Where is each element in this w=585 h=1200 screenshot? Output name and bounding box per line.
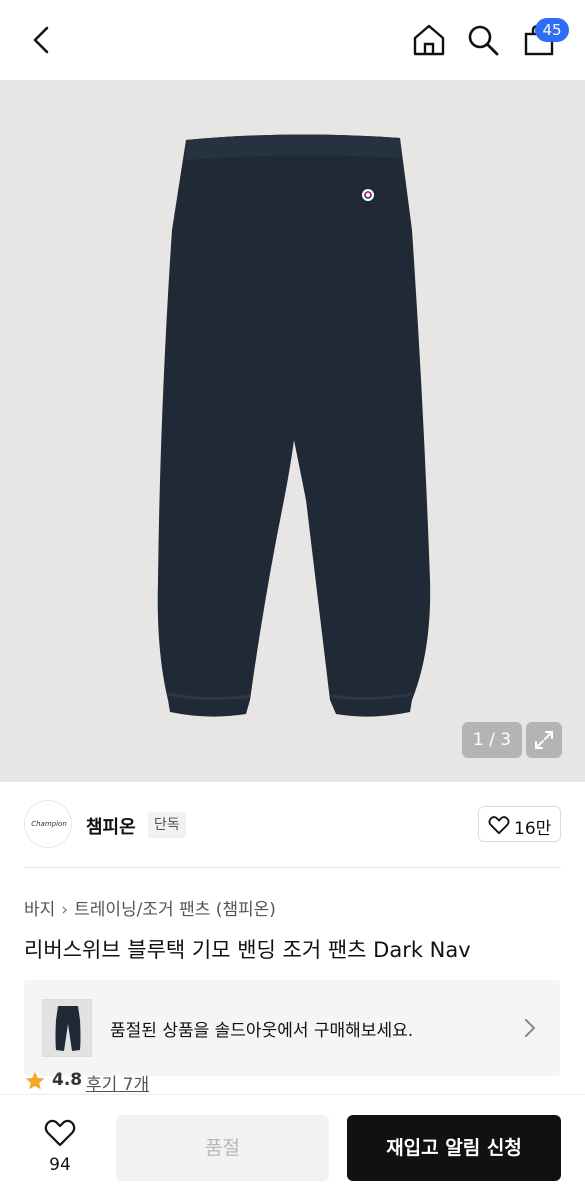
home-icon[interactable] — [409, 20, 449, 60]
bottom-action-bar: 94 품절 재입고 알림 신청 — [0, 1094, 585, 1200]
breadcrumb-item-pants[interactable]: 바지 — [24, 900, 55, 920]
brand-row: Champion 챔피온 단독 16만 — [0, 782, 585, 868]
brand-name[interactable]: 챔피온 — [86, 813, 136, 839]
search-icon[interactable] — [463, 20, 503, 60]
product-thumbnail — [42, 999, 92, 1057]
soldout-promo-banner[interactable]: 품절된 상품을 솔드아웃에서 구매해보세요. — [24, 980, 560, 1076]
product-title: 리버스위브 블루택 기모 밴딩 조거 팬츠 Dark Nav — [24, 938, 471, 962]
chevron-right-icon: › — [61, 900, 69, 920]
product-image-gallery[interactable] — [0, 80, 585, 782]
top-nav-bar: 45 — [0, 0, 585, 80]
back-arrow-icon[interactable] — [22, 20, 62, 60]
divider — [24, 867, 561, 868]
cart-count-badge: 45 — [535, 18, 569, 42]
brand-like-count: 16만 — [514, 819, 552, 839]
soldout-button: 품절 — [116, 1115, 329, 1181]
soldout-banner-text: 품절된 상품을 솔드아웃에서 구매해보세요. — [110, 1021, 414, 1041]
pants-image — [157, 134, 431, 717]
review-count-link[interactable]: 후기 7개 — [86, 1070, 149, 1095]
restock-alert-button[interactable]: 재입고 알림 신청 — [347, 1115, 561, 1181]
breadcrumb: 바지 › 트레이닝/조거 팬츠 (챔피온) — [24, 895, 276, 920]
expand-icon[interactable] — [526, 722, 562, 758]
star-icon — [25, 1071, 45, 1090]
gallery-pager: 1 / 3 — [462, 722, 522, 758]
chevron-right-icon — [520, 1016, 540, 1040]
rating-score: 4.8 — [52, 1070, 83, 1090]
brand-like-button[interactable]: 16만 — [478, 806, 561, 842]
exclusive-tag: 단독 — [148, 812, 186, 838]
heart-icon — [488, 816, 510, 835]
wish-count: 94 — [49, 1155, 71, 1175]
brand-logo[interactable]: Champion — [24, 800, 72, 848]
breadcrumb-item-category[interactable]: 트레이닝/조거 팬츠 (챔피온) — [74, 900, 276, 920]
heart-icon[interactable] — [44, 1119, 76, 1147]
